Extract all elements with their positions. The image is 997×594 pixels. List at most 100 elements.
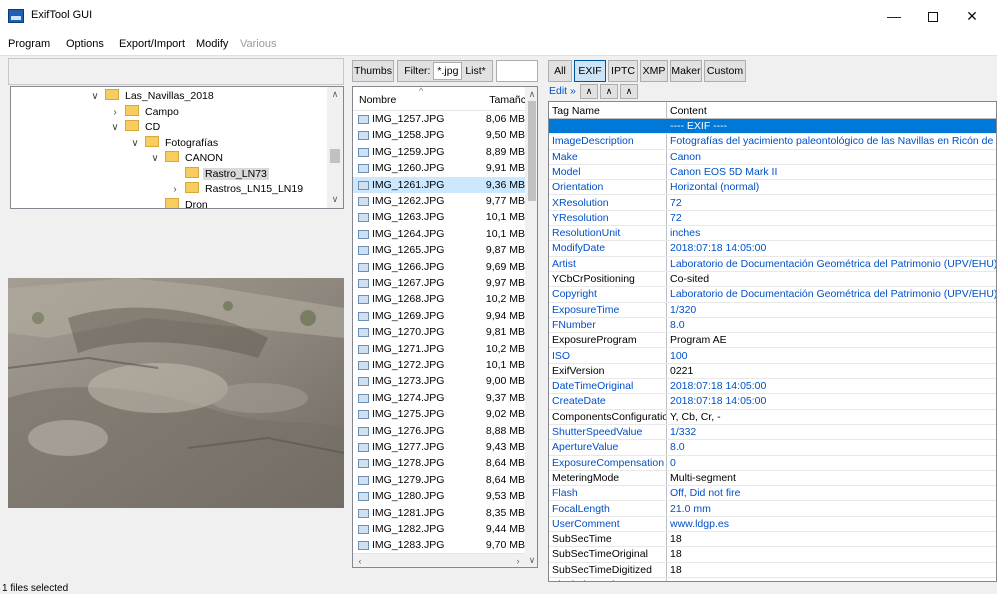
- file-row[interactable]: IMG_1266.JPG 9,69 MB: [353, 259, 525, 275]
- metadata-row[interactable]: Model Canon EOS 5D Mark II: [549, 165, 996, 181]
- tab-all[interactable]: All: [548, 60, 572, 82]
- file-hscrollbar[interactable]: ‹ ›: [353, 553, 525, 567]
- chevron-down-icon[interactable]: ∨: [129, 136, 141, 152]
- file-row[interactable]: IMG_1265.JPG 9,87 MB: [353, 242, 525, 258]
- file-row[interactable]: IMG_1282.JPG 9,44 MB: [353, 521, 525, 537]
- tree-item[interactable]: Dron: [149, 197, 210, 208]
- metadata-row[interactable]: ExifVersion 0221: [549, 364, 996, 380]
- menu-export-import[interactable]: Export/Import: [119, 38, 185, 50]
- tree-item[interactable]: Rastro_LN73: [169, 166, 269, 182]
- file-row[interactable]: IMG_1278.JPG 8,64 MB: [353, 455, 525, 471]
- metadata-row[interactable]: FlashpixVersion 0100: [549, 578, 996, 581]
- tab-custom[interactable]: Custom: [704, 60, 746, 82]
- file-row[interactable]: IMG_1279.JPG 8,64 MB: [353, 472, 525, 488]
- file-row[interactable]: IMG_1274.JPG 9,37 MB: [353, 390, 525, 406]
- metadata-row[interactable]: SubSecTimeDigitized 18: [549, 563, 996, 578]
- tree-scrollbar[interactable]: ∧ ∨: [327, 87, 343, 208]
- metadata-row[interactable]: FNumber 8.0: [549, 318, 996, 334]
- metadata-row[interactable]: SubSecTime 18: [549, 532, 996, 548]
- metadata-row[interactable]: CreateDate 2018:07:18 14:05:00: [549, 394, 996, 410]
- file-row[interactable]: IMG_1269.JPG 9,94 MB: [353, 308, 525, 324]
- file-row[interactable]: IMG_1275.JPG 9,02 MB: [353, 406, 525, 422]
- metadata-row[interactable]: UserComment www.ldgp.es: [549, 517, 996, 533]
- scroll-down-icon[interactable]: ∨: [327, 192, 343, 206]
- metadata-row[interactable]: XResolution 72: [549, 196, 996, 211]
- file-row[interactable]: IMG_1272.JPG 10,1 MB: [353, 357, 525, 373]
- file-row[interactable]: IMG_1276.JPG 8,88 MB: [353, 423, 525, 439]
- file-row[interactable]: IMG_1264.JPG 10,1 MB: [353, 226, 525, 242]
- file-scroll-thumb[interactable]: [528, 101, 536, 201]
- menu-options[interactable]: Options: [66, 38, 104, 50]
- file-row[interactable]: IMG_1277.JPG 9,43 MB: [353, 439, 525, 455]
- file-row[interactable]: IMG_1271.JPG 10,2 MB: [353, 341, 525, 357]
- metadata-row[interactable]: DateTimeOriginal 2018:07:18 14:05:00: [549, 379, 996, 395]
- list-button[interactable]: List*: [465, 65, 485, 77]
- metadata-row[interactable]: Artist Laboratorio de Documentación Geomé…: [549, 257, 996, 272]
- metadata-row[interactable]: ImageDescription Fotografías del yacimien…: [549, 134, 996, 150]
- tab-exif[interactable]: EXIF: [574, 60, 606, 82]
- scroll-left-icon[interactable]: ‹: [353, 554, 367, 567]
- chevron-down-icon[interactable]: ∨: [109, 120, 121, 136]
- file-row[interactable]: IMG_1280.JPG 9,53 MB: [353, 488, 525, 504]
- metadata-row[interactable]: SubSecTimeOriginal 18: [549, 547, 996, 563]
- scroll-up-icon[interactable]: ∧: [525, 87, 537, 101]
- metadata-row[interactable]: Copyright Laboratorio de Documentación Ge…: [549, 287, 996, 303]
- metadata-row[interactable]: ComponentsConfiguration Y, Cb, Cr, -: [549, 410, 996, 425]
- tree-item[interactable]: ∨ CD: [109, 119, 162, 135]
- tree-item[interactable]: ∨ Las_Navillas_2018: [89, 88, 216, 104]
- file-row[interactable]: IMG_1281.JPG 8,35 MB: [353, 505, 525, 521]
- group-header-row[interactable]: ---- EXIF ----: [549, 119, 996, 135]
- metadata-row[interactable]: Make Canon: [549, 150, 996, 165]
- metadata-row[interactable]: ExposureTime 1/320: [549, 303, 996, 318]
- metadata-row[interactable]: Flash Off, Did not fire: [549, 486, 996, 502]
- scroll-down-icon[interactable]: ∨: [525, 553, 537, 567]
- file-row[interactable]: IMG_1261.JPG 9,36 MB: [353, 176, 525, 193]
- file-row[interactable]: IMG_1268.JPG 10,2 MB: [353, 291, 525, 307]
- column-tag-name[interactable]: Tag Name: [552, 105, 600, 117]
- metadata-row[interactable]: Orientation Horizontal (normal): [549, 180, 996, 196]
- metadata-row[interactable]: MeteringMode Multi-segment: [549, 471, 996, 487]
- file-row[interactable]: IMG_1273.JPG 9,00 MB: [353, 373, 525, 389]
- tab-xmp[interactable]: XMP: [640, 60, 668, 82]
- filter-input[interactable]: *.jpg: [433, 62, 463, 80]
- maximize-button[interactable]: [914, 4, 952, 28]
- menu-modify[interactable]: Modify: [196, 38, 228, 50]
- tree-item[interactable]: › Campo: [109, 104, 181, 120]
- file-row[interactable]: IMG_1259.JPG 8,89 MB: [353, 144, 525, 160]
- tree-item[interactable]: › Rastros_LN15_LN19: [169, 181, 305, 197]
- file-row[interactable]: IMG_1258.JPG 9,50 MB: [353, 127, 525, 143]
- file-row[interactable]: IMG_1257.JPG 8,06 MB: [353, 111, 525, 127]
- metadata-row[interactable]: ApertureValue 8.0: [549, 440, 996, 456]
- minimize-button[interactable]: —: [875, 4, 913, 28]
- metadata-row[interactable]: ISO 100: [549, 349, 996, 364]
- thumbs-button[interactable]: Thumbs: [352, 60, 394, 82]
- column-size[interactable]: Tamañc: [474, 94, 526, 106]
- file-row[interactable]: IMG_1283.JPG 9,70 MB: [353, 537, 525, 553]
- move-up-icon[interactable]: ∧: [620, 84, 638, 99]
- tab-iptc[interactable]: IPTC: [608, 60, 638, 82]
- move-up-icon[interactable]: ∧: [580, 84, 598, 99]
- file-scrollbar[interactable]: ∧ ∨: [525, 87, 537, 567]
- chevron-down-icon[interactable]: ∨: [89, 89, 101, 105]
- file-row[interactable]: IMG_1267.JPG 9,97 MB: [353, 275, 525, 291]
- column-name[interactable]: Nombre: [359, 94, 396, 106]
- file-row[interactable]: IMG_1260.JPG 9,91 MB: [353, 160, 525, 176]
- scroll-right-icon[interactable]: ›: [511, 554, 525, 567]
- metadata-row[interactable]: ModifyDate 2018:07:18 14:05:00: [549, 241, 996, 257]
- metadata-row[interactable]: FocalLength 21.0 mm: [549, 502, 996, 517]
- chevron-down-icon[interactable]: ∨: [149, 151, 161, 167]
- tree-item[interactable]: ∨ CANON: [149, 150, 225, 166]
- metadata-row[interactable]: ExposureCompensation 0: [549, 456, 996, 471]
- metadata-row[interactable]: YResolution 72: [549, 211, 996, 227]
- close-button[interactable]: ✕: [953, 4, 991, 28]
- folder-tree[interactable]: ∧ ∨ ∨ Las_Navillas_2018 › Campo ∨ CD ∨ Fotograf…: [10, 86, 344, 209]
- file-row[interactable]: IMG_1262.JPG 9,77 MB: [353, 193, 525, 209]
- move-up-icon[interactable]: ∧: [600, 84, 618, 99]
- search-input[interactable]: [496, 60, 538, 82]
- file-row[interactable]: IMG_1263.JPG 10,1 MB: [353, 209, 525, 225]
- file-row[interactable]: IMG_1270.JPG 9,81 MB: [353, 324, 525, 340]
- tree-item[interactable]: ∨ Fotografías: [129, 135, 220, 151]
- scroll-up-icon[interactable]: ∧: [327, 87, 343, 101]
- metadata-row[interactable]: ShutterSpeedValue 1/332: [549, 425, 996, 441]
- file-list[interactable]: IMG_1284.JPG9,53 MBIMG_1283.JPG9,70 MBIM…: [352, 86, 538, 568]
